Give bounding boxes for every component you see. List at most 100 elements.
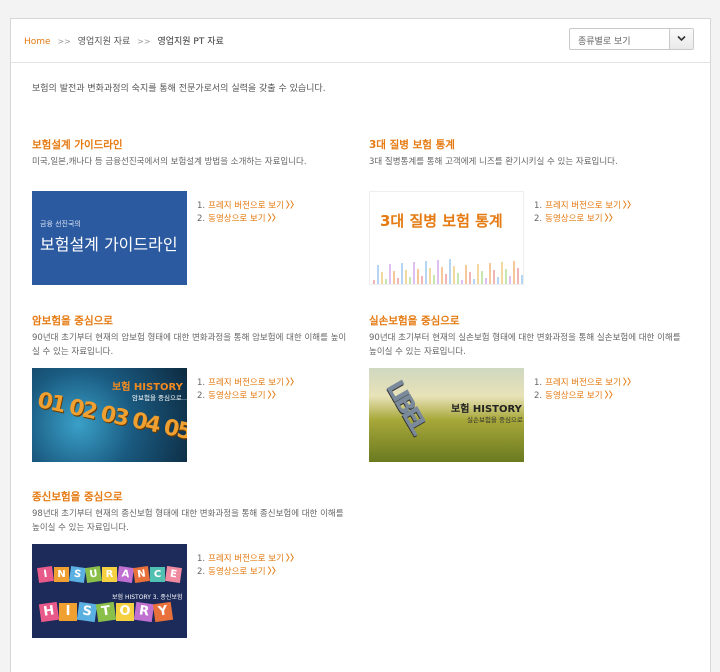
letter-tile: I	[37, 566, 54, 583]
letter-tile: H	[38, 601, 60, 623]
decor-bar	[425, 261, 427, 284]
breadcrumb-level1-link[interactable]: 영업지원 자료	[78, 37, 131, 47]
decor-bar	[385, 279, 387, 284]
material-item-indemnity: 실손보험을 중심으로 90년대 초기부터 현재의 실손보험 형태에 대한 변화과…	[369, 313, 699, 359]
decor-bar	[397, 278, 399, 284]
decor-bar	[473, 279, 475, 284]
decor-bar	[433, 275, 435, 284]
item-links: 1. 프레지 버전으로 보기 〉〉 2. 동영상으로 보기 〉〉	[197, 378, 299, 401]
item-description: 90년대 초기부터 현재의 암보험 형태에 대한 변화과정을 통해 암보험에 대…	[32, 333, 347, 357]
item-description: 98년대 초기부터 현재의 종신보험 형태에 대한 변화과정을 통해 종신보험에…	[32, 509, 344, 533]
letter-tile: O	[116, 603, 134, 621]
decor-bar	[477, 264, 479, 284]
breadcrumb-separator-icon: >>	[137, 37, 151, 46]
letter-tile: E	[165, 566, 182, 583]
material-item-disease-stats: 3대 질병 보험 통계 3대 질병통계를 통해 고객에게 니즈를 환기시키실 수…	[369, 137, 699, 169]
decor-bar	[493, 270, 495, 284]
decor-bar	[509, 276, 511, 284]
decor-bar	[505, 269, 507, 284]
intro-text: 보험의 발전과 변화과정의 숙지를 통해 전문가로서의 실력을 갖출 수 있습니…	[32, 84, 326, 94]
double-arrow-icon: 〉〉	[622, 201, 636, 211]
double-arrow-icon: 〉〉	[267, 214, 281, 224]
decor-bar	[501, 262, 503, 284]
letter-tile: I	[59, 603, 77, 621]
thumb-word-history: HISTORY	[38, 600, 174, 623]
decor-bar	[481, 271, 483, 284]
decor-bar	[429, 268, 431, 284]
thumb-subtitle: 금융 선진국의	[40, 220, 81, 228]
decor-bar	[453, 266, 455, 284]
decor-bar	[445, 274, 447, 284]
thumbnail-disease-stats[interactable]: 3대 질병 보험 통계	[369, 191, 524, 285]
letter-tile: N	[54, 567, 69, 582]
decor-bar	[417, 269, 419, 284]
prezi-link[interactable]: 프레지 버전으로 보기	[208, 378, 284, 388]
thumbnail-guideline[interactable]: 금융 선진국의 보험설계 가이드라인	[32, 191, 187, 285]
decor-bar	[381, 272, 383, 284]
decor-bar	[465, 265, 467, 284]
item-title[interactable]: 3대 질병 보험 통계	[369, 137, 699, 151]
item-links: 1. 프레지 버전으로 보기 〉〉 2. 동영상으로 보기 〉〉	[197, 554, 299, 577]
decor-bar	[441, 267, 443, 284]
item-links: 1. 프레지 버전으로 보기 〉〉 2. 동영상으로 보기 〉〉	[534, 201, 636, 224]
thumbnail-indemnity[interactable]: LIBEL 보험 HISTORY 2 실손보험을 중심으로	[369, 368, 524, 462]
breadcrumb: Home >> 영업지원 자료 >> 영업지원 PT 자료	[24, 34, 224, 47]
decor-bar	[421, 276, 423, 284]
thumb-subtitle: 암보험을 중심으로...	[132, 394, 187, 402]
material-item-whole-life: 종신보험을 중심으로 98년대 초기부터 현재의 종신보험 형태에 대한 변화과…	[32, 489, 362, 535]
video-link[interactable]: 동영상으로 보기	[208, 567, 265, 577]
decor-bar	[517, 268, 519, 284]
item-description: 3대 질병통계를 통해 고객에게 니즈를 환기시키실 수 있는 자료입니다.	[369, 157, 618, 167]
item-title[interactable]: 종신보험을 중심으로	[32, 489, 362, 503]
double-arrow-icon: 〉〉	[622, 378, 636, 388]
decor-bar	[485, 278, 487, 284]
bar-pattern-graphic	[373, 259, 523, 284]
video-link[interactable]: 동영상으로 보기	[208, 391, 265, 401]
item-title[interactable]: 암보험을 중심으로	[32, 313, 362, 327]
decor-bar	[409, 277, 411, 284]
letter-tile: C	[150, 567, 165, 582]
double-arrow-icon: 〉〉	[604, 214, 618, 224]
decor-bar	[461, 280, 463, 284]
prezi-link[interactable]: 프레지 버전으로 보기	[208, 554, 284, 564]
letter-tile: A	[117, 566, 134, 583]
letter-tile: R	[133, 601, 155, 623]
double-arrow-icon: 〉〉	[285, 554, 299, 564]
item-title[interactable]: 실손보험을 중심으로	[369, 313, 699, 327]
double-arrow-icon: 〉〉	[267, 567, 281, 577]
prezi-link[interactable]: 프레지 버전으로 보기	[545, 201, 621, 211]
thumb-title: 보험설계 가이드라인	[40, 235, 178, 254]
breadcrumb-current: 영업지원 PT 자료	[157, 37, 224, 47]
prezi-link[interactable]: 프레지 버전으로 보기	[545, 378, 621, 388]
decor-bar	[457, 273, 459, 284]
sort-select[interactable]: 종류별로 보기	[569, 28, 694, 50]
video-link[interactable]: 동영상으로 보기	[545, 391, 602, 401]
video-link[interactable]: 동영상으로 보기	[545, 214, 602, 224]
decor-bar	[521, 275, 523, 284]
item-title[interactable]: 보험설계 가이드라인	[32, 137, 362, 151]
thumbnail-cancer[interactable]: 01 02 03 04 05 보험 HISTORY 1 암보험을 중심으로...	[32, 368, 187, 462]
double-arrow-icon: 〉〉	[604, 391, 618, 401]
prezi-link[interactable]: 프레지 버전으로 보기	[208, 201, 284, 211]
sort-select-button[interactable]	[669, 29, 693, 49]
chevron-down-icon	[677, 35, 686, 42]
decor-bar	[497, 277, 499, 284]
letter-tile: T	[95, 601, 117, 623]
material-item-cancer: 암보험을 중심으로 90년대 초기부터 현재의 암보험 형태에 대한 변화과정을…	[32, 313, 362, 359]
decor-bar	[413, 262, 415, 284]
decor-bar	[469, 272, 471, 284]
decor-bar	[405, 270, 407, 284]
decor-bar	[401, 263, 403, 284]
double-arrow-icon: 〉〉	[285, 201, 299, 211]
letter-tile: S	[76, 601, 98, 623]
breadcrumb-home-link[interactable]: Home	[24, 37, 51, 47]
letter-tile: U	[85, 566, 102, 583]
decor-bar	[377, 265, 379, 284]
item-links: 1. 프레지 버전으로 보기 〉〉 2. 동영상으로 보기 〉〉	[534, 378, 636, 401]
thumb-subtitle: 실손보험을 중심으로	[467, 416, 523, 424]
sort-select-value: 종류별로 보기	[578, 37, 631, 47]
thumb-word-insurance: INSURANCE	[37, 562, 182, 583]
double-arrow-icon: 〉〉	[267, 391, 281, 401]
thumbnail-whole-life[interactable]: INSURANCE 보험 HISTORY 3. 종신보험 HISTORY	[32, 544, 187, 638]
video-link[interactable]: 동영상으로 보기	[208, 214, 265, 224]
